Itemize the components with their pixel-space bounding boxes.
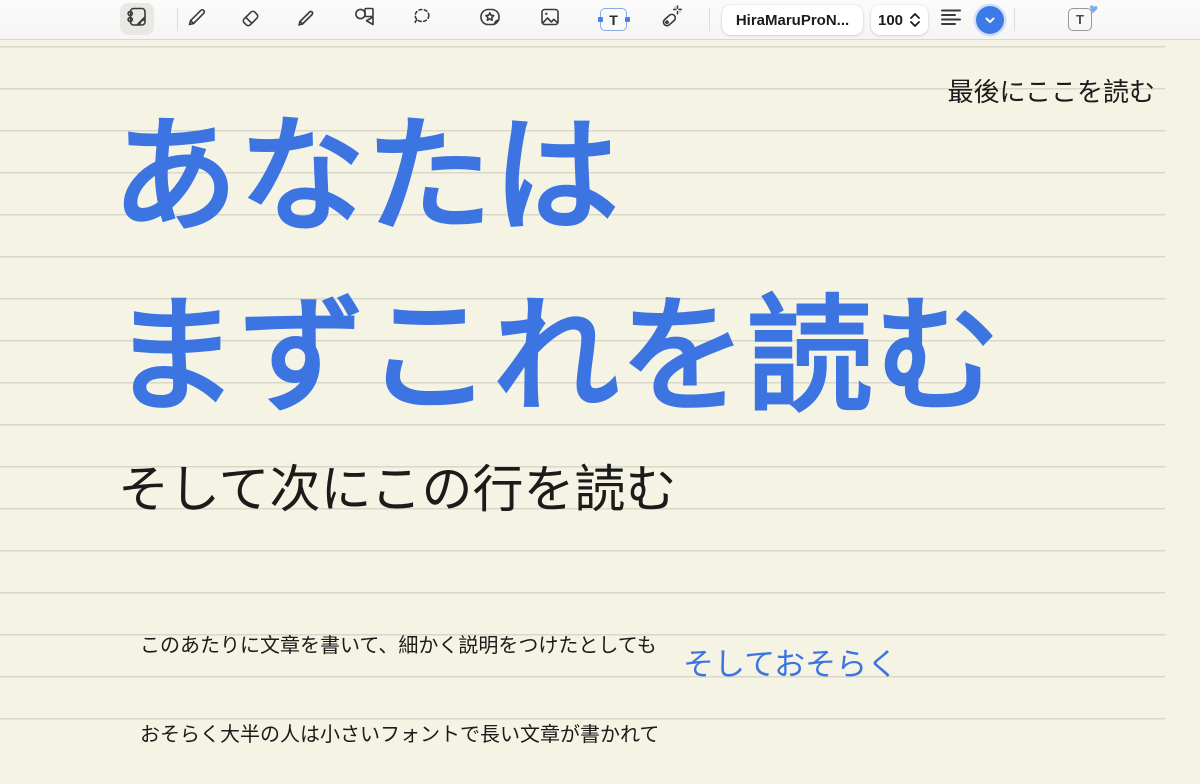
image-tool[interactable] <box>533 3 567 35</box>
laser-pointer-tool[interactable] <box>653 3 687 35</box>
font-size-stepper[interactable]: 100 <box>871 5 928 35</box>
paragraph-line: おそらく大半の人は小さいフォントで長い文章が書かれて <box>140 723 660 746</box>
font-size-value: 100 <box>877 11 904 29</box>
toolbar-divider <box>1014 8 1015 31</box>
shapes-icon <box>351 3 379 36</box>
headline-line1-text[interactable]: あなたは <box>112 114 620 240</box>
note-canvas[interactable]: 最後にここを読む あなたは まずこれを読む そして次にこの行を読む このあたりに… <box>0 40 1200 784</box>
text-color-swatch[interactable] <box>976 6 1004 34</box>
toolbar-divider <box>177 8 178 31</box>
eraser-tool[interactable] <box>233 3 267 35</box>
text-tool-selected[interactable]: T <box>597 8 630 31</box>
stepper-chevrons-icon <box>909 12 921 28</box>
side-note-line: そしておそらく <box>683 647 899 682</box>
lasso-icon <box>408 3 436 36</box>
selection-handle-left <box>597 17 603 22</box>
sticker-tool[interactable] <box>473 3 507 35</box>
page-navigator-button[interactable] <box>120 3 154 35</box>
text-tool-letter: T <box>609 11 618 28</box>
body-paragraph-text[interactable]: このあたりに文章を書いて、細かく説明をつけたとしても おそらく大半の人は小さいフ… <box>140 573 659 784</box>
heart-icon: ♥ <box>1087 0 1100 19</box>
toolbar-divider <box>709 8 710 31</box>
headline-line2-text[interactable]: まずこれを読む <box>112 294 1001 420</box>
font-family-label: HiraMaruProN... <box>735 11 850 29</box>
font-family-button[interactable]: HiraMaruProN... <box>722 5 863 35</box>
highlighter-tool[interactable] <box>290 3 324 35</box>
side-note-text[interactable]: そしておそらく 左の文章を読む前に この文章を読む <box>683 545 962 784</box>
eraser-icon <box>236 3 264 36</box>
pen-tool[interactable] <box>180 3 214 35</box>
favorite-text-letter: T <box>1076 12 1084 27</box>
pen-icon <box>183 3 211 36</box>
paragraph-line: このあたりに文章を書いて、細かく説明をつけたとしても <box>140 635 657 657</box>
second-line-text[interactable]: そして次にこの行を読む <box>118 464 676 515</box>
image-icon <box>536 3 564 36</box>
shapes-tool[interactable] <box>348 3 382 35</box>
highlighter-icon <box>293 3 321 36</box>
text-align-button[interactable] <box>934 3 968 35</box>
lasso-tool[interactable] <box>405 3 439 35</box>
chevron-down-icon <box>983 13 997 27</box>
top-right-note-text[interactable]: 最後にここを読む <box>948 72 1155 109</box>
star-sticker-icon <box>476 3 504 36</box>
text-align-icon <box>938 4 964 35</box>
selection-handle-right <box>624 17 630 22</box>
favorite-text-style-button[interactable]: T ♥ <box>1068 0 1099 31</box>
laser-pointer-icon <box>656 3 684 36</box>
toolbar: T HiraMaruProN... 100 T ♥ <box>0 0 1200 40</box>
notebook-icon <box>123 3 151 36</box>
